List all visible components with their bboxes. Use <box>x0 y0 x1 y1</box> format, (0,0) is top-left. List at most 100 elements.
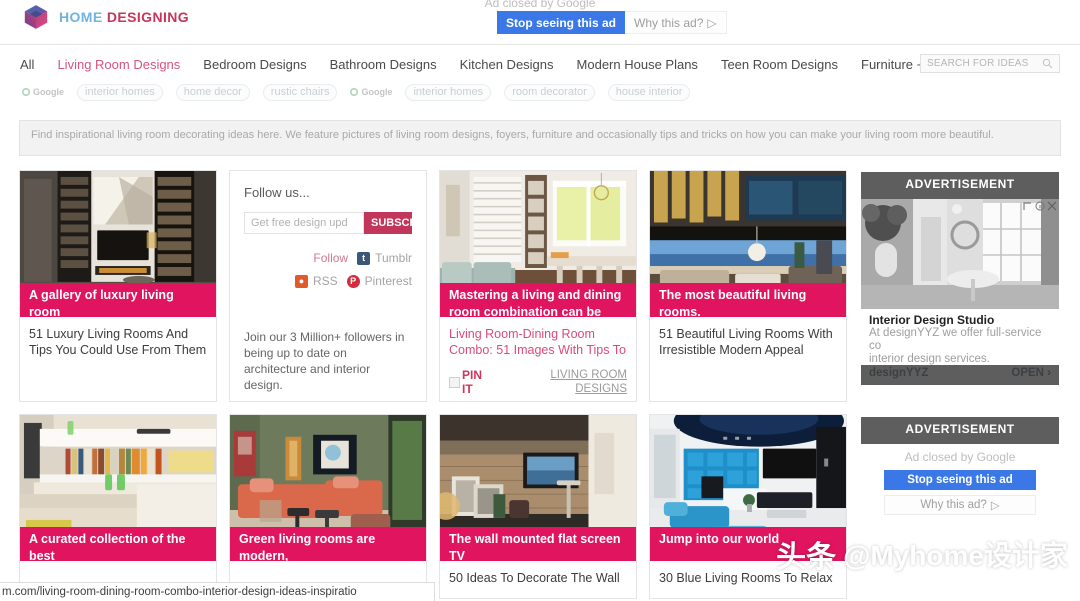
card-banner-text: The wall mounted flat screen TV <box>440 527 636 561</box>
card-footer: PIN IT LIVING ROOM DESIGNS <box>449 368 627 396</box>
search-placeholder: SEARCH FOR IDEAS <box>927 58 1029 69</box>
rss-label: RSS <box>312 274 338 288</box>
advertisement-top: ADVERTISEMENT Interior Design Studio At … <box>861 172 1059 385</box>
cube-logo-icon <box>24 5 48 29</box>
follow-link[interactable]: Follow <box>313 251 348 265</box>
search-suggestion-chips: Google interior homes home decor rustic cha… <box>22 83 1062 101</box>
adchoices-icon[interactable] <box>1023 201 1033 211</box>
nav-item-kitchen-designs[interactable]: Kitchen Designs <box>460 57 554 72</box>
ad-badges[interactable] <box>1023 201 1057 211</box>
nav-item-bathroom-designs[interactable]: Bathroom Designs <box>330 57 437 72</box>
card-banner-text: The most beautiful living rooms. <box>650 283 846 317</box>
card-image: Jump into our world <box>650 415 846 561</box>
card-banner-text: Mastering a living and dining room combi… <box>440 283 636 317</box>
google-icon <box>350 88 359 96</box>
google-icon <box>22 88 30 96</box>
google-chip-logo[interactable]: Google <box>22 87 64 97</box>
tumblr-label: Tumblr <box>375 251 412 265</box>
email-input[interactable]: Get free design upd <box>244 212 364 234</box>
pinterest-link[interactable]: P Pinterest <box>346 274 412 288</box>
email-input-placeholder: Get free design upd <box>251 217 348 229</box>
card-image: Mastering a living and dining room combi… <box>440 171 636 317</box>
play-triangle-icon: ▷ <box>990 500 1000 512</box>
status-bar-url: m.com/living-room-dining-room-combo-inte… <box>0 582 435 601</box>
why-this-ad-button[interactable]: Why this ad? ▷ <box>884 495 1036 515</box>
ad-text-block: Interior Design Studio At designYYZ we o… <box>861 309 1059 379</box>
nav-item-teen-room-designs[interactable]: Teen Room Designs <box>721 57 838 72</box>
card-title[interactable]: 51 Beautiful Living Rooms With Irresisti… <box>650 317 846 358</box>
advertisement-bottom: ADVERTISEMENT Ad closed by Google Stop s… <box>861 417 1059 523</box>
card-luxury-living-rooms[interactable]: A gallery of luxury living room 51 Luxur… <box>19 170 217 402</box>
logo-designing-text: DESIGNING <box>106 9 190 25</box>
card-banner-text: Jump into our world <box>650 527 846 561</box>
broken-image-icon <box>449 376 460 388</box>
card-image: Green living rooms are modern, <box>230 415 426 561</box>
card-living-dining-combo[interactable]: Mastering a living and dining room combi… <box>439 170 637 402</box>
search-icon <box>1042 58 1053 69</box>
card-blue-living-rooms[interactable]: Jump into our world 30 Blue Living Rooms… <box>649 414 847 599</box>
advertisement-label: ADVERTISEMENT <box>861 172 1059 199</box>
ad-closed-text: Ad closed by Google <box>904 450 1016 464</box>
card-title[interactable]: 30 Blue Living Rooms To Relax <box>650 561 846 586</box>
pin-it-button[interactable]: PIN IT <box>449 368 496 396</box>
search-input[interactable]: SEARCH FOR IDEAS <box>920 54 1060 73</box>
follow-us-note: Join our 3 Million+ followers in being u… <box>244 330 405 392</box>
suggestion-chip[interactable]: room decorator <box>504 83 595 101</box>
suggestion-chip[interactable]: interior homes <box>77 83 163 101</box>
card-banner-text: Green living rooms are modern, <box>230 527 426 561</box>
nav-item-bedroom-designs[interactable]: Bedroom Designs <box>203 57 306 72</box>
card-beautiful-living-rooms[interactable]: The most beautiful living rooms. 51 Beau… <box>649 170 847 402</box>
interior-hallway-photo <box>861 199 1059 309</box>
nav-item-list: All Living Room Designs Bedroom Designs Bat… <box>20 57 1050 72</box>
subscribe-button[interactable]: SUBSCRIBE <box>364 212 412 234</box>
card-curated-collection[interactable]: A curated collection of the best <box>19 414 217 599</box>
info-icon[interactable] <box>1035 201 1045 211</box>
stop-seeing-this-ad-button[interactable]: Stop seeing this ad <box>884 470 1036 490</box>
category-link[interactable]: LIVING ROOM DESIGNS <box>496 368 627 396</box>
close-icon[interactable] <box>1047 201 1057 211</box>
nav-item-modern-house-plans[interactable]: Modern House Plans <box>577 57 698 72</box>
card-banner-text: A gallery of luxury living room <box>20 283 216 317</box>
logo-home-text: HOME <box>59 9 103 25</box>
google-chip-label: Google <box>361 87 393 97</box>
tumblr-link[interactable]: t Tumblr <box>357 251 412 265</box>
card-wall-mounted-tv[interactable]: The wall mounted flat screen TV 50 Ideas… <box>439 414 637 599</box>
google-chip-label: Google <box>33 87 64 97</box>
pinterest-icon: P <box>346 274 360 288</box>
ad-brand: designYYZ <box>869 367 929 379</box>
tumblr-icon: t <box>357 251 371 265</box>
rss-link[interactable]: ● RSS <box>294 274 338 288</box>
ad-headline[interactable]: Interior Design Studio <box>869 313 1051 327</box>
ad-open-button[interactable]: OPEN › <box>1011 367 1051 379</box>
google-chip-logo[interactable]: Google <box>350 87 392 97</box>
card-image: A gallery of luxury living room <box>20 171 216 317</box>
advertisement-label: ADVERTISEMENT <box>861 417 1059 444</box>
nav-item-living-room-designs[interactable]: Living Room Designs <box>57 57 180 72</box>
pin-it-label: PIN IT <box>462 368 483 396</box>
suggestion-chip[interactable]: house interior <box>607 83 691 101</box>
card-title[interactable]: 51 Luxury Living Rooms And Tips You Coul… <box>20 317 216 358</box>
site-logo[interactable]: HOME DESIGNING <box>22 3 189 31</box>
nav-item-all[interactable]: All <box>20 57 34 72</box>
social-row-2: ● RSS P Pinterest <box>244 274 412 288</box>
social-row-1: Follow t Tumblr <box>244 251 412 265</box>
card-title[interactable]: Living Room-Dining Room Combo: 51 Images… <box>440 317 636 358</box>
suggestion-chip[interactable]: rustic chairs <box>262 83 338 101</box>
subscribe-form: Get free design upd SUBSCRIBE <box>244 212 412 234</box>
why-this-ad-label: Why this ad? <box>920 499 987 511</box>
ad-body-line-1: At designYYZ we offer full-service co <box>869 327 1042 352</box>
card-title[interactable] <box>20 561 216 570</box>
site-header: HOME DESIGNING <box>0 0 1080 44</box>
main-navigation: All Living Room Designs Bedroom Designs Bat… <box>0 45 1080 83</box>
card-green-living-rooms[interactable]: Green living rooms are modern, <box>229 414 427 599</box>
card-title[interactable] <box>230 561 426 570</box>
follow-us-card: Follow us... Get free design upd SUBSCRI… <box>229 170 427 402</box>
category-description: Find inspirational living room decoratin… <box>19 120 1061 156</box>
ad-image <box>861 199 1059 309</box>
suggestion-chip[interactable]: interior homes <box>405 83 492 101</box>
card-image: The most beautiful living rooms. <box>650 171 846 317</box>
suggestion-chip[interactable]: home decor <box>175 83 250 101</box>
pinterest-label: Pinterest <box>364 274 412 288</box>
card-title[interactable]: 50 Ideas To Decorate The Wall <box>440 561 636 586</box>
ad-body[interactable]: Interior Design Studio At designYYZ we o… <box>861 199 1059 385</box>
